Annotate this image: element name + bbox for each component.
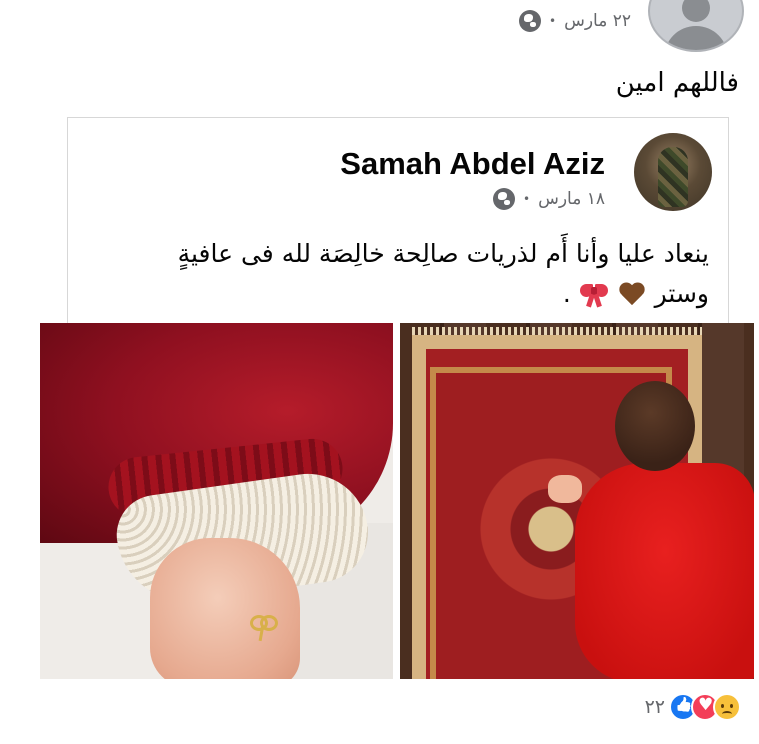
parent-post-meta: ٢٢ مارس •	[519, 10, 631, 32]
author-name[interactable]: Samah Abdel Aziz	[340, 146, 605, 182]
globe-icon[interactable]	[493, 188, 515, 210]
ribbon-bow-icon	[579, 282, 609, 308]
baby-prayer-rug-photo[interactable]	[400, 323, 754, 679]
meta-separator: •	[523, 192, 531, 206]
commenter-avatar[interactable]	[648, 0, 744, 52]
globe-icon[interactable]	[519, 10, 541, 32]
post-text-word: وستر	[654, 279, 709, 308]
reaction-count[interactable]: ٢٢	[645, 696, 665, 718]
shared-post-time[interactable]: ١٨ مارس	[538, 189, 605, 209]
bow-ring	[250, 615, 278, 642]
parent-post-time[interactable]: ٢٢ مارس	[564, 11, 631, 31]
post-text-period: .	[562, 279, 571, 308]
sad-reaction-icon	[713, 693, 741, 721]
post-text-line-2: وستر .	[89, 274, 709, 314]
parent-post-text: فاللهم امين	[615, 68, 739, 98]
shared-post-meta: ١٨ مارس •	[493, 188, 605, 210]
baby-hand-photo[interactable]	[40, 323, 393, 679]
meta-separator: •	[549, 14, 557, 28]
reactions-summary[interactable]: ٢٢	[645, 693, 741, 721]
brown-heart-icon	[619, 283, 645, 307]
post-text-line-1: ينعاد عليا وأنا أَم لذريات صالِحة خالِصَ…	[177, 239, 709, 268]
author-avatar[interactable]	[634, 133, 712, 211]
shared-post-text: ينعاد عليا وأنا أَم لذريات صالِحة خالِصَ…	[89, 234, 709, 314]
reaction-icons	[669, 693, 741, 721]
